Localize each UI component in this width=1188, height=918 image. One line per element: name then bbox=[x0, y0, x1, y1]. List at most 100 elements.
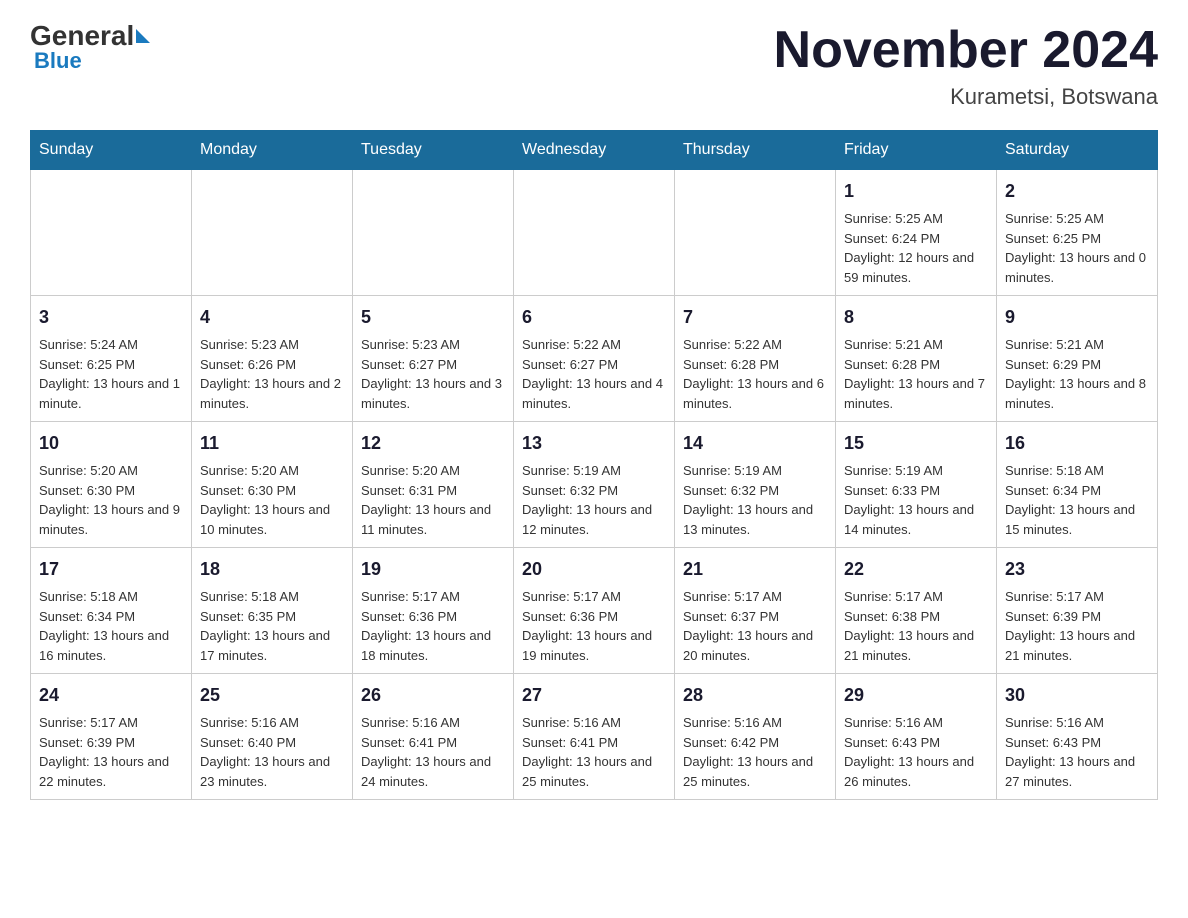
day-info: Sunrise: 5:21 AMSunset: 6:28 PMDaylight:… bbox=[844, 335, 988, 413]
calendar-cell bbox=[192, 170, 353, 296]
calendar-cell: 20 Sunrise: 5:17 AMSunset: 6:36 PMDayligh… bbox=[514, 548, 675, 674]
day-info: Sunrise: 5:25 AMSunset: 6:25 PMDaylight:… bbox=[1005, 209, 1149, 287]
calendar-cell: 6 Sunrise: 5:22 AMSunset: 6:27 PMDaylight… bbox=[514, 296, 675, 422]
day-number: 30 bbox=[1005, 682, 1149, 709]
day-number: 29 bbox=[844, 682, 988, 709]
calendar-cell bbox=[675, 170, 836, 296]
day-info: Sunrise: 5:17 AMSunset: 6:36 PMDaylight:… bbox=[522, 587, 666, 665]
day-number: 8 bbox=[844, 304, 988, 331]
day-info: Sunrise: 5:19 AMSunset: 6:32 PMDaylight:… bbox=[522, 461, 666, 539]
calendar-cell bbox=[31, 170, 192, 296]
day-number: 24 bbox=[39, 682, 183, 709]
day-number: 1 bbox=[844, 178, 988, 205]
calendar-cell: 1 Sunrise: 5:25 AMSunset: 6:24 PMDaylight… bbox=[836, 170, 997, 296]
calendar-week-row: 1 Sunrise: 5:25 AMSunset: 6:24 PMDaylight… bbox=[31, 170, 1158, 296]
day-info: Sunrise: 5:16 AMSunset: 6:41 PMDaylight:… bbox=[361, 713, 505, 791]
calendar-cell: 24 Sunrise: 5:17 AMSunset: 6:39 PMDayligh… bbox=[31, 674, 192, 800]
day-number: 14 bbox=[683, 430, 827, 457]
calendar-cell: 19 Sunrise: 5:17 AMSunset: 6:36 PMDayligh… bbox=[353, 548, 514, 674]
day-info: Sunrise: 5:23 AMSunset: 6:27 PMDaylight:… bbox=[361, 335, 505, 413]
weekday-header-friday: Friday bbox=[836, 131, 997, 170]
calendar-cell: 2 Sunrise: 5:25 AMSunset: 6:25 PMDaylight… bbox=[997, 170, 1158, 296]
day-info: Sunrise: 5:17 AMSunset: 6:39 PMDaylight:… bbox=[1005, 587, 1149, 665]
day-number: 18 bbox=[200, 556, 344, 583]
logo-blue: Blue bbox=[34, 48, 82, 74]
day-number: 5 bbox=[361, 304, 505, 331]
weekday-header-monday: Monday bbox=[192, 131, 353, 170]
calendar-cell: 15 Sunrise: 5:19 AMSunset: 6:33 PMDayligh… bbox=[836, 422, 997, 548]
day-number: 12 bbox=[361, 430, 505, 457]
weekday-header-row: SundayMondayTuesdayWednesdayThursdayFrid… bbox=[31, 131, 1158, 170]
day-number: 22 bbox=[844, 556, 988, 583]
day-number: 6 bbox=[522, 304, 666, 331]
calendar-cell: 13 Sunrise: 5:19 AMSunset: 6:32 PMDayligh… bbox=[514, 422, 675, 548]
day-info: Sunrise: 5:16 AMSunset: 6:41 PMDaylight:… bbox=[522, 713, 666, 791]
day-number: 19 bbox=[361, 556, 505, 583]
day-info: Sunrise: 5:25 AMSunset: 6:24 PMDaylight:… bbox=[844, 209, 988, 287]
day-number: 21 bbox=[683, 556, 827, 583]
calendar-cell: 10 Sunrise: 5:20 AMSunset: 6:30 PMDayligh… bbox=[31, 422, 192, 548]
day-number: 3 bbox=[39, 304, 183, 331]
day-number: 15 bbox=[844, 430, 988, 457]
calendar-cell: 23 Sunrise: 5:17 AMSunset: 6:39 PMDayligh… bbox=[997, 548, 1158, 674]
calendar-cell: 12 Sunrise: 5:20 AMSunset: 6:31 PMDayligh… bbox=[353, 422, 514, 548]
day-number: 28 bbox=[683, 682, 827, 709]
day-info: Sunrise: 5:20 AMSunset: 6:30 PMDaylight:… bbox=[200, 461, 344, 539]
day-info: Sunrise: 5:18 AMSunset: 6:35 PMDaylight:… bbox=[200, 587, 344, 665]
weekday-header-thursday: Thursday bbox=[675, 131, 836, 170]
calendar-cell: 21 Sunrise: 5:17 AMSunset: 6:37 PMDayligh… bbox=[675, 548, 836, 674]
day-number: 26 bbox=[361, 682, 505, 709]
day-info: Sunrise: 5:20 AMSunset: 6:30 PMDaylight:… bbox=[39, 461, 183, 539]
logo-triangle-icon bbox=[136, 29, 150, 43]
day-info: Sunrise: 5:17 AMSunset: 6:37 PMDaylight:… bbox=[683, 587, 827, 665]
day-info: Sunrise: 5:19 AMSunset: 6:33 PMDaylight:… bbox=[844, 461, 988, 539]
day-number: 10 bbox=[39, 430, 183, 457]
day-info: Sunrise: 5:19 AMSunset: 6:32 PMDaylight:… bbox=[683, 461, 827, 539]
calendar-cell: 5 Sunrise: 5:23 AMSunset: 6:27 PMDaylight… bbox=[353, 296, 514, 422]
day-number: 25 bbox=[200, 682, 344, 709]
calendar-cell: 7Sunrise: 5:22 AMSunset: 6:28 PMDaylight… bbox=[675, 296, 836, 422]
day-info: Sunrise: 5:18 AMSunset: 6:34 PMDaylight:… bbox=[39, 587, 183, 665]
calendar-cell: 22Sunrise: 5:17 AMSunset: 6:38 PMDayligh… bbox=[836, 548, 997, 674]
day-number: 13 bbox=[522, 430, 666, 457]
calendar-cell: 8 Sunrise: 5:21 AMSunset: 6:28 PMDaylight… bbox=[836, 296, 997, 422]
day-number: 2 bbox=[1005, 178, 1149, 205]
calendar-cell: 25Sunrise: 5:16 AMSunset: 6:40 PMDayligh… bbox=[192, 674, 353, 800]
day-number: 20 bbox=[522, 556, 666, 583]
calendar-cell: 27Sunrise: 5:16 AMSunset: 6:41 PMDayligh… bbox=[514, 674, 675, 800]
day-number: 4 bbox=[200, 304, 344, 331]
calendar-cell: 30Sunrise: 5:16 AMSunset: 6:43 PMDayligh… bbox=[997, 674, 1158, 800]
day-number: 16 bbox=[1005, 430, 1149, 457]
day-info: Sunrise: 5:22 AMSunset: 6:27 PMDaylight:… bbox=[522, 335, 666, 413]
weekday-header-sunday: Sunday bbox=[31, 131, 192, 170]
month-title: November 2024 bbox=[774, 20, 1158, 80]
calendar-cell: 11Sunrise: 5:20 AMSunset: 6:30 PMDayligh… bbox=[192, 422, 353, 548]
day-info: Sunrise: 5:21 AMSunset: 6:29 PMDaylight:… bbox=[1005, 335, 1149, 413]
day-info: Sunrise: 5:17 AMSunset: 6:36 PMDaylight:… bbox=[361, 587, 505, 665]
day-info: Sunrise: 5:17 AMSunset: 6:39 PMDaylight:… bbox=[39, 713, 183, 791]
calendar-cell: 14 Sunrise: 5:19 AMSunset: 6:32 PMDayligh… bbox=[675, 422, 836, 548]
calendar-cell bbox=[353, 170, 514, 296]
calendar-cell: 9 Sunrise: 5:21 AMSunset: 6:29 PMDaylight… bbox=[997, 296, 1158, 422]
day-number: 23 bbox=[1005, 556, 1149, 583]
title-block: November 2024 Kurametsi, Botswana bbox=[774, 20, 1158, 110]
day-number: 17 bbox=[39, 556, 183, 583]
day-info: Sunrise: 5:20 AMSunset: 6:31 PMDaylight:… bbox=[361, 461, 505, 539]
day-number: 9 bbox=[1005, 304, 1149, 331]
calendar-cell: 17 Sunrise: 5:18 AMSunset: 6:34 PMDayligh… bbox=[31, 548, 192, 674]
calendar-cell: 29Sunrise: 5:16 AMSunset: 6:43 PMDayligh… bbox=[836, 674, 997, 800]
calendar-week-row: 10 Sunrise: 5:20 AMSunset: 6:30 PMDayligh… bbox=[31, 422, 1158, 548]
day-info: Sunrise: 5:16 AMSunset: 6:42 PMDaylight:… bbox=[683, 713, 827, 791]
day-info: Sunrise: 5:22 AMSunset: 6:28 PMDaylight:… bbox=[683, 335, 827, 413]
weekday-header-saturday: Saturday bbox=[997, 131, 1158, 170]
calendar-cell: 4 Sunrise: 5:23 AMSunset: 6:26 PMDaylight… bbox=[192, 296, 353, 422]
logo: General Blue bbox=[30, 20, 150, 74]
day-info: Sunrise: 5:18 AMSunset: 6:34 PMDaylight:… bbox=[1005, 461, 1149, 539]
calendar-week-row: 24 Sunrise: 5:17 AMSunset: 6:39 PMDayligh… bbox=[31, 674, 1158, 800]
calendar-table: SundayMondayTuesdayWednesdayThursdayFrid… bbox=[30, 130, 1158, 800]
weekday-header-tuesday: Tuesday bbox=[353, 131, 514, 170]
calendar-week-row: 17 Sunrise: 5:18 AMSunset: 6:34 PMDayligh… bbox=[31, 548, 1158, 674]
day-info: Sunrise: 5:23 AMSunset: 6:26 PMDaylight:… bbox=[200, 335, 344, 413]
weekday-header-wednesday: Wednesday bbox=[514, 131, 675, 170]
calendar-cell: 18 Sunrise: 5:18 AMSunset: 6:35 PMDayligh… bbox=[192, 548, 353, 674]
